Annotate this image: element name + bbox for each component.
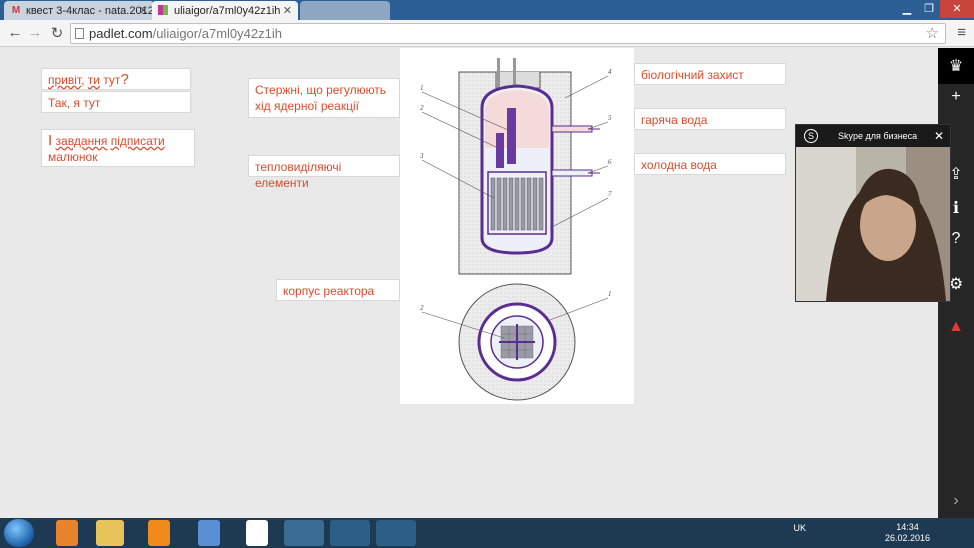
chrome-icon[interactable] [284,520,324,546]
skype-title: Skype для бизнеса [838,131,918,141]
vlc-icon[interactable] [148,520,170,546]
address-bar[interactable]: padlet.com/uliaigor/a7ml0y42z1ih ☆ [70,23,946,44]
tab-bar: M квест 3-4клас - nata.2012 ✕ uliaigor/a… [0,0,974,20]
media-player-icon[interactable] [56,520,78,546]
tab-label: квест 3-4клас - nata.2012 [26,5,154,17]
skype-business-taskbar-icon[interactable] [376,520,416,546]
browser-toolbar: ← → ↻ padlet.com/uliaigor/a7ml0y42z1ih ☆… [0,20,974,47]
start-button[interactable] [4,519,34,547]
note-reactor-vessel[interactable]: корпус реактора [276,279,400,301]
close-icon[interactable]: ✕ [283,4,292,17]
url-path: /uliaigor/a7ml0y42z1ih [152,26,282,41]
note-text: малюнок [48,150,98,164]
note-text: , [81,73,88,87]
skype-taskbar-icon[interactable] [330,520,370,546]
skype-titlebar: S Skype для бизнеса ✕ [796,125,950,147]
label-number: 1 [608,290,612,298]
close-icon[interactable]: ✕ [934,129,944,143]
note-task[interactable]: І завдання підписати малюнок [41,129,195,167]
audio-icon[interactable] [198,520,220,546]
skype-window[interactable]: S Skype для бизнеса ✕ [795,124,951,302]
note-greeting[interactable]: привіт, ти тут? [41,68,191,90]
note-text: ти [87,73,100,87]
gmail-icon: M [11,5,21,16]
label-number: 6 [608,158,612,166]
clock[interactable]: 14:34 26.02.2016 [885,522,930,544]
file-explorer-icon[interactable] [96,520,124,546]
note-text: біологічний захист [641,68,744,82]
menu-icon[interactable]: ≡ [957,24,966,41]
window-controls: ▁ ❐ ✕ [896,0,974,20]
clock-date: 26.02.2016 [884,533,930,543]
note-text: І [48,132,53,149]
bookmark-star-icon[interactable]: ☆ [926,24,939,42]
minimize-icon[interactable]: ▁ [896,0,918,18]
note-reply[interactable]: Так, я тут [41,91,191,113]
note-text: тут [99,73,121,87]
add-icon[interactable]: + [938,88,974,106]
windows-taskbar: UK 14:34 26.02.2016 [0,518,974,548]
video-feed [796,147,950,301]
tab-label: uliaigor/a7ml0y42z1ih [174,5,281,17]
label-number: 1 [420,84,424,92]
note-text: холодна вода [641,158,717,172]
reload-icon[interactable]: ↻ [48,24,66,42]
page-icon [75,28,84,39]
note-text: корпус реактора [283,284,375,298]
yandex-browser-icon[interactable] [246,520,268,546]
note-text: гаряча вода [641,113,708,127]
url-domain: padlet.com [89,26,153,41]
label-number: 7 [608,190,612,198]
label-number: 4 [608,68,612,76]
note-cold-water[interactable]: холодна вода [634,153,786,175]
maximize-icon[interactable]: ❐ [918,0,940,18]
tab-gmail[interactable]: M квест 3-4клас - nata.2012 ✕ [4,1,154,20]
tab-new[interactable] [300,1,390,20]
tab-padlet[interactable]: uliaigor/a7ml0y42z1ih ✕ [152,1,298,20]
window-close-icon[interactable]: ✕ [940,0,974,18]
collapse-icon[interactable]: › [938,492,974,510]
reactor-drawing: 1 2 3 4 5 6 7 1 2 [419,58,612,401]
label-number: 5 [608,114,612,122]
report-icon[interactable]: ▲ [938,318,974,336]
note-text: ? [120,71,129,88]
note-hot-water[interactable]: гаряча вода [634,108,786,130]
note-fuel-elements[interactable]: тепловиділяючі елементи [248,155,400,190]
language-indicator[interactable]: UK [793,523,806,533]
close-icon[interactable]: ✕ [139,4,148,17]
note-text: підписати [110,134,165,148]
label-number: 2 [420,304,424,312]
note-bio-shield[interactable]: біологічний захист [634,63,786,85]
note-text: завдання [55,134,108,148]
note-text: Стержні, що регулюють хід ядерної реакці… [255,83,387,113]
note-text: привіт [48,73,82,87]
padlet-icon [158,5,168,15]
padlet-logo-icon[interactable]: ♛ [938,48,974,84]
clock-time: 14:34 [896,522,919,532]
note-text: Так, я тут [48,96,101,110]
forward-icon[interactable]: → [26,24,44,41]
label-number: 3 [419,152,424,160]
label-number: 2 [420,104,424,112]
back-icon[interactable]: ← [6,24,24,41]
note-control-rods[interactable]: Стержні, що регулюють хід ядерної реакці… [248,78,400,118]
reactor-diagram[interactable]: 1 2 3 4 5 6 7 1 2 [400,48,634,404]
skype-icon: S [804,129,818,143]
